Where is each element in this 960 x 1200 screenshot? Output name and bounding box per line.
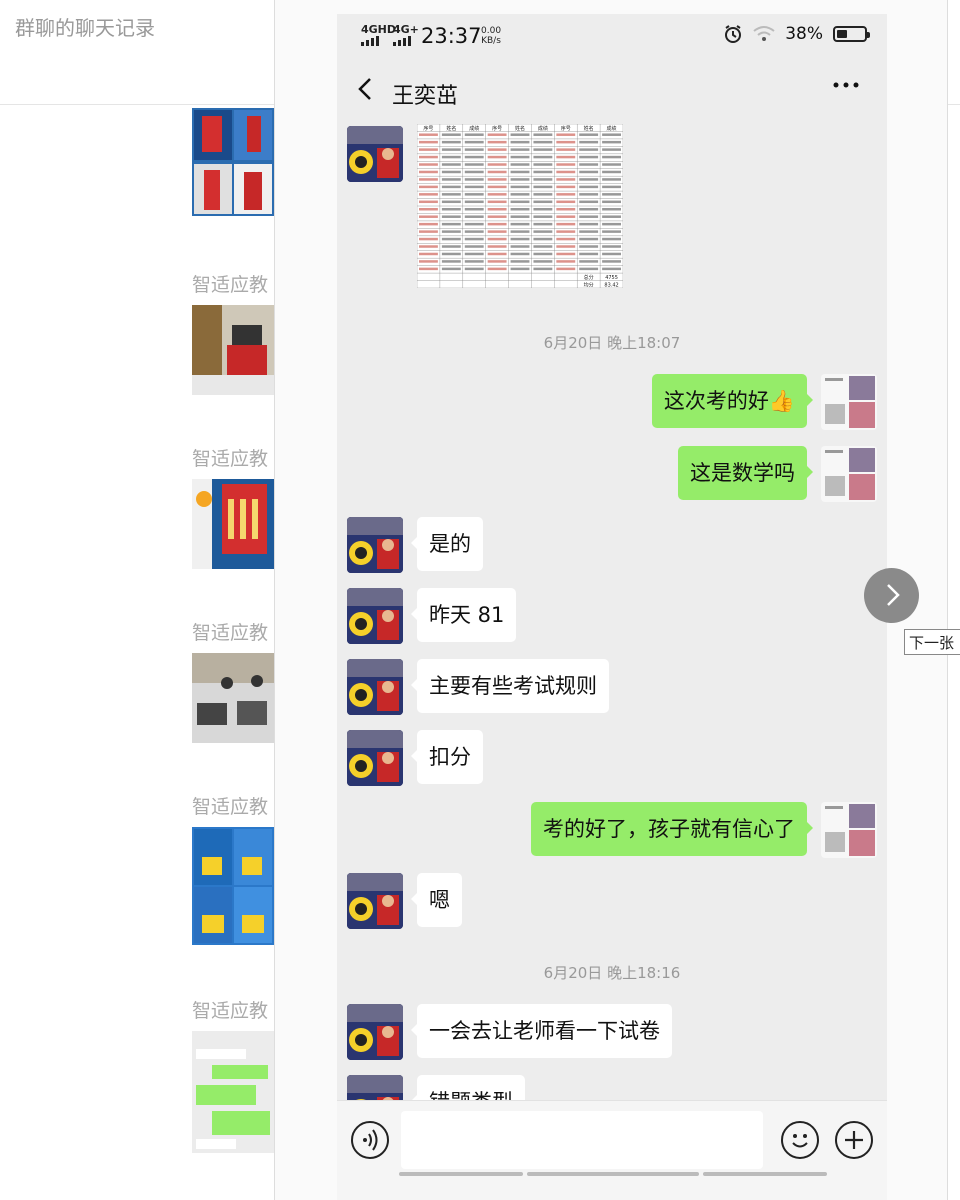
contact-avatar[interactable] [347, 659, 403, 715]
feed-item[interactable]: 智适应教 [192, 996, 274, 1153]
feed-thumbnail[interactable] [192, 108, 274, 216]
message-bubble[interactable]: 是的 [411, 517, 483, 571]
chevron-left-icon [358, 78, 371, 100]
message-bubble[interactable]: 考的好了，孩子就有信心了 [531, 802, 813, 856]
table-summary-cell: 总分 [584, 274, 594, 281]
message-input[interactable] [401, 1111, 763, 1169]
score-table-image[interactable]: 序号 姓名 成绩 序号 姓名 成绩 序号 姓名 成绩总分 4755 均分 83.42 [416, 123, 624, 289]
feed-thumbnail[interactable] [192, 1031, 274, 1153]
status-right: 38% [723, 24, 870, 44]
message-bubble[interactable]: 嗯 [411, 873, 462, 927]
status-time: 23:37 [421, 24, 482, 48]
contact-avatar[interactable] [347, 730, 403, 786]
feed-item[interactable]: 智适应教 [192, 618, 274, 743]
chevron-right-icon [886, 584, 900, 606]
message-bubble[interactable]: 昨天 81 [410, 588, 517, 642]
feed-label: 智适应教 [192, 274, 269, 296]
message-bubble[interactable]: 一会去让老师看一下试卷 [411, 1004, 672, 1058]
voice-icon [363, 1129, 378, 1151]
feed-label: 智适应教 [192, 1000, 269, 1022]
feed-label: 智适应教 [192, 622, 269, 644]
next-tooltip: 下一张 [904, 629, 960, 655]
feed-label: 智适应教 [192, 448, 269, 470]
feed-item[interactable] [192, 108, 274, 216]
message-bubble[interactable]: 扣分 [411, 730, 483, 784]
battery-percent: 38% [785, 24, 823, 44]
self-avatar[interactable] [821, 802, 877, 858]
voice-button[interactable] [351, 1121, 389, 1159]
signal-icon [393, 36, 411, 46]
contact-avatar[interactable] [347, 588, 403, 644]
table-header: 序号 [492, 125, 502, 132]
feed-thumbnail[interactable] [192, 305, 274, 395]
message-bubble[interactable]: 主要有些考试规则 [411, 659, 609, 713]
message-bubble[interactable]: 这是数学吗 [678, 446, 813, 500]
table-header: 序号 [423, 125, 433, 132]
chat-timestamp: 6月20日 晚上18:16 [543, 964, 681, 982]
plus-icon [845, 1131, 863, 1149]
home-indicator [527, 1172, 699, 1176]
signal-icon [361, 36, 379, 46]
more-dots-icon [833, 82, 859, 88]
back-button[interactable] [355, 74, 375, 112]
image-viewer: 4GHD 4G+ 23:37 0.00 KB/s 38% 王奕茁 序号 姓名 成… [274, 0, 948, 1200]
feed-thumbnail[interactable] [192, 479, 274, 569]
feed-label: 智适应教 [192, 796, 269, 818]
feed-thumbnail[interactable] [192, 653, 274, 743]
contact-avatar[interactable] [347, 126, 403, 182]
next-image-button[interactable] [864, 568, 919, 623]
table-header: 成绩 [538, 125, 548, 132]
wifi-icon [753, 26, 775, 41]
table-header: 姓名 [515, 125, 525, 132]
table-header: 成绩 [469, 125, 479, 132]
home-indicator [399, 1172, 523, 1176]
feed-thumbnail[interactable] [192, 827, 274, 945]
contact-name: 王奕茁 [392, 84, 459, 109]
table-summary-cell: 83.42 [604, 283, 618, 289]
feed-item[interactable]: 智适应教 [192, 792, 274, 945]
emoji-icon [792, 1134, 808, 1148]
page-title: 群聊的聊天记录 [15, 16, 155, 40]
self-avatar[interactable] [821, 374, 877, 430]
input-bar [337, 1100, 887, 1200]
network-speed: 0.00 KB/s [481, 26, 501, 46]
message-bubble[interactable]: 这次考的好👍 [651, 374, 814, 428]
network-label: 4GHD [361, 23, 397, 36]
chat-screenshot: 4GHD 4G+ 23:37 0.00 KB/s 38% 王奕茁 序号 姓名 成… [337, 14, 887, 1200]
plus-button[interactable] [835, 1121, 873, 1159]
contact-avatar[interactable] [347, 873, 403, 929]
speed-unit: KB/s [481, 36, 501, 46]
more-button[interactable] [831, 70, 861, 107]
table-header: 姓名 [584, 125, 594, 132]
contact-avatar[interactable] [347, 517, 403, 573]
network-label: 4G+ [393, 23, 419, 36]
chat-timestamp: 6月20日 晚上18:07 [543, 334, 681, 352]
status-bar: 4GHD 4G+ 23:37 0.00 KB/s 38% [337, 14, 887, 60]
chat-header: 王奕茁 [337, 64, 887, 120]
table-header: 序号 [561, 125, 571, 132]
alarm-icon [725, 25, 742, 43]
table-header: 成绩 [607, 125, 617, 132]
emoji-button[interactable] [781, 1121, 819, 1159]
feed-item[interactable]: 智适应教 [192, 444, 274, 569]
speed-value: 0.00 [481, 26, 502, 36]
battery-icon [833, 26, 870, 42]
self-avatar[interactable] [821, 446, 877, 502]
table-summary-cell: 4755 [605, 275, 618, 281]
table-summary-cell: 均分 [584, 282, 594, 289]
home-indicator [703, 1172, 827, 1176]
feed-item[interactable]: 智适应教 [192, 270, 274, 395]
table-header: 姓名 [446, 125, 456, 132]
contact-avatar[interactable] [347, 1004, 403, 1060]
